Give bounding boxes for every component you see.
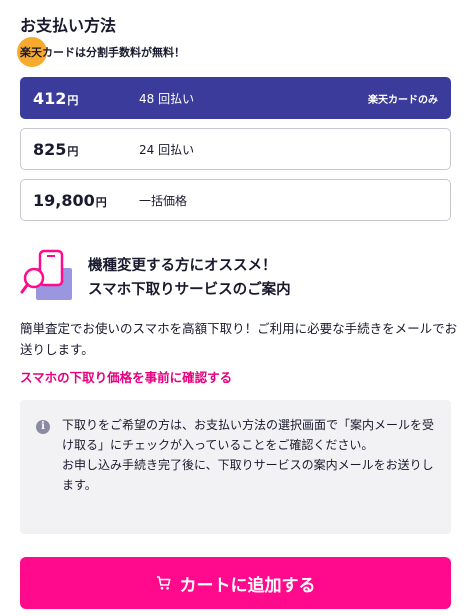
plan-price: 825円 — [33, 140, 78, 159]
plan-price-value: 19,800 — [33, 190, 95, 210]
trade-in-info-box: i 下取りをご希望の方は、お支払い方法の選択画面で「案内メールを受け取る」にチェ… — [20, 400, 451, 534]
trade-in-heading-line1: 機種変更する方にオススメ！ — [88, 258, 277, 274]
plan-price: 19,800円 — [33, 191, 107, 210]
plan-price-value: 412 — [33, 88, 67, 108]
plan-price-unit: 円 — [67, 93, 79, 107]
phone-search-icon — [20, 249, 72, 300]
info-text: 下取りをご希望の方は、お支払い方法の選択画面で「案内メールを受け取る」にチェック… — [62, 415, 436, 495]
cart-icon — [156, 576, 171, 590]
plan-price-value: 825 — [33, 139, 67, 159]
plan-count: 24 回払い — [139, 142, 195, 157]
trade-in-heading-line2: スマホ下取りサービスのご案内 — [88, 282, 291, 298]
plan-price-unit: 円 — [67, 144, 79, 158]
info-icon: i — [36, 420, 50, 434]
add-to-cart-button[interactable]: カートに追加する — [20, 557, 451, 609]
promo-text: 楽天カードは分割手数料が無料！ — [20, 46, 185, 59]
trade-in-heading: 機種変更する方にオススメ！ スマホ下取りサービスのご案内 — [88, 254, 291, 302]
add-to-cart-label: カートに追加する — [179, 575, 316, 596]
plan-note: 楽天カードのみ — [368, 94, 438, 106]
info-paragraph-2: お申し込み手続き完了後に、下取りサービスの案内メールをお送りします。 — [62, 458, 434, 492]
plan-option-48[interactable]: 412円 48 回払い 楽天カードのみ — [20, 77, 451, 119]
plan-price: 412円 — [33, 89, 78, 108]
trade-in-description: 簡単査定でお使いのスマホを高額下取り！ご利用に必要な手続きをメールでお送りします… — [20, 321, 458, 357]
section-title: お支払い方法 — [20, 16, 117, 35]
plan-option-lump-sum[interactable]: 19,800円 一括価格 — [20, 179, 451, 221]
info-paragraph-1: 下取りをご希望の方は、お支払い方法の選択画面で「案内メールを受け取る」にチェック… — [62, 418, 435, 452]
trade-in-price-link[interactable]: スマホの下取り価格を事前に確認する — [20, 367, 232, 386]
plan-count: 48 回払い — [139, 91, 195, 106]
plan-count: 一括価格 — [139, 193, 188, 208]
plan-option-24[interactable]: 825円 24 回払い — [20, 128, 451, 170]
plan-price-unit: 円 — [95, 195, 107, 209]
